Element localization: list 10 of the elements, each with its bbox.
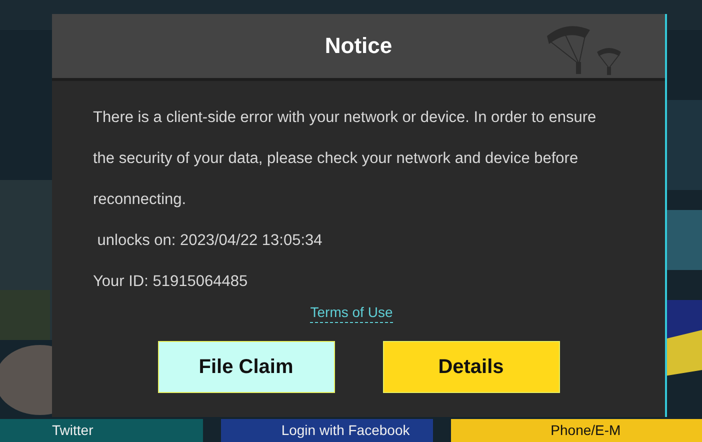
file-claim-button[interactable]: File Claim [158,341,334,393]
details-button[interactable]: Details [382,341,560,393]
login-option[interactable]: Twitter [0,419,204,442]
login-option[interactable]: Phone/E-M [450,419,702,442]
error-message: There is a client-side error with your network or device. In order to ensure the security of your data, please check your network and device before reconnecting. [93,108,598,210]
terms-link[interactable]: Terms of Use [310,304,393,323]
user-id: Your ID: 51915064485 [93,272,249,292]
unlock-time: unlocks on: 2023/04/22 13:05:34 [96,231,324,251]
login-option[interactable]: Login with Facebook [221,419,433,442]
dialog-title: Notice [324,33,392,59]
